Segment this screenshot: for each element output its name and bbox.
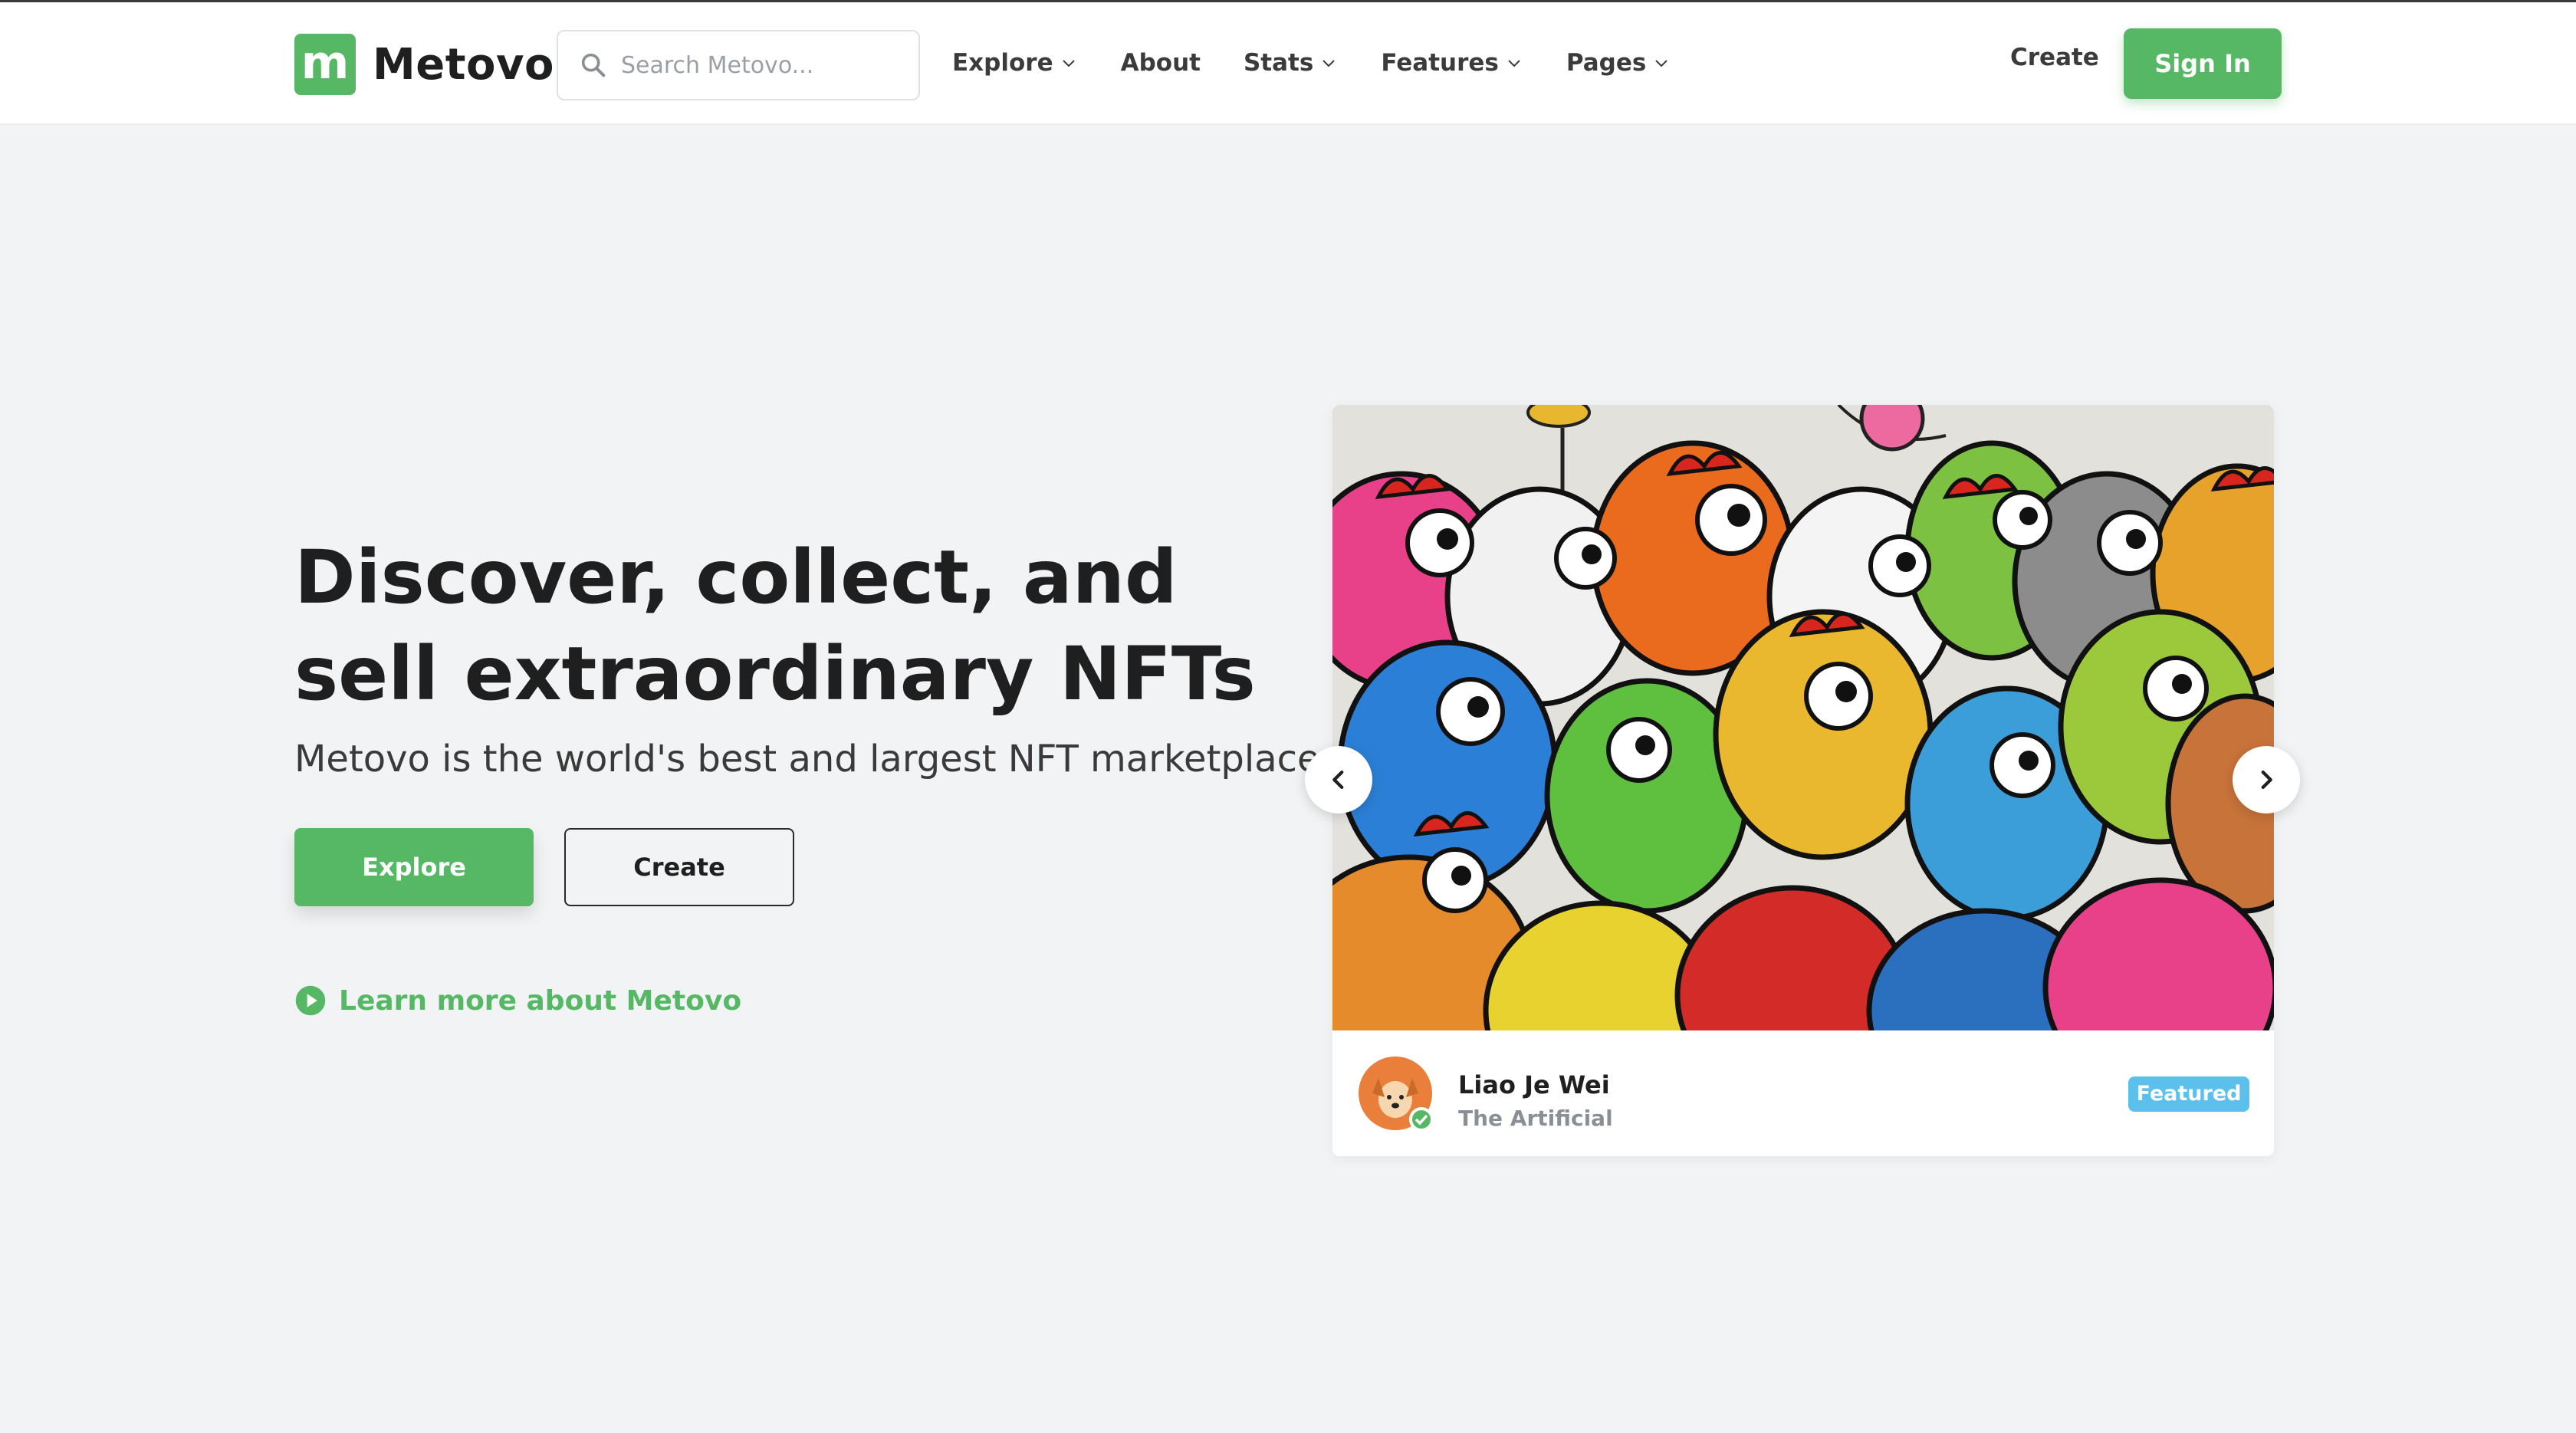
chevron-down-icon [1322, 60, 1336, 67]
nav-about-label: About [1120, 49, 1201, 77]
carousel-next-button[interactable] [2233, 746, 2300, 813]
create-button[interactable]: Create [564, 828, 794, 906]
nav-features[interactable]: Features [1381, 49, 1523, 77]
nav-stats-label: Stats [1243, 49, 1314, 77]
play-circle-icon [295, 985, 326, 1016]
site-header: m Metovo Explore About Stats Features Pa… [0, 2, 2576, 125]
sign-in-button[interactable]: Sign In [2124, 28, 2282, 99]
nav-explore[interactable]: Explore [952, 49, 1078, 77]
featured-badge: Featured [2128, 1076, 2249, 1112]
hero-subtitle: Metovo is the world's best and largest N… [294, 738, 1320, 781]
chevron-down-icon [1655, 60, 1668, 67]
featured-nft-card[interactable]: Liao Je Wei The Artificial Featured [1332, 405, 2274, 1156]
chevron-left-icon [1332, 770, 1344, 790]
carousel-prev-button[interactable] [1305, 746, 1372, 813]
collection-name[interactable]: The Artificial [1458, 1106, 1613, 1131]
hero-title: Discover, collect, and sell extraordinar… [294, 534, 1256, 717]
search-box[interactable] [557, 30, 920, 100]
nav-about[interactable]: About [1121, 49, 1201, 77]
header-create-link[interactable]: Create [2010, 44, 2099, 71]
learn-more-link[interactable]: Learn more about Metovo [294, 984, 741, 1017]
search-input[interactable] [619, 51, 899, 80]
card-footer: Liao Je Wei The Artificial Featured [1332, 1030, 2274, 1156]
logo-mark: m [294, 34, 356, 95]
nav-pages[interactable]: Pages [1566, 49, 1671, 77]
nav-explore-label: Explore [952, 49, 1053, 77]
chevron-down-icon [1062, 60, 1075, 67]
explore-button[interactable]: Explore [294, 828, 534, 906]
search-icon [581, 53, 606, 77]
learn-more-label: Learn more about Metovo [339, 984, 742, 1017]
nav-pages-label: Pages [1566, 49, 1647, 77]
brand-name: Metovo [373, 39, 554, 90]
chevron-right-icon [2261, 770, 2272, 790]
chevron-down-icon [1508, 60, 1520, 67]
brand-logo[interactable]: m Metovo [294, 34, 554, 95]
nav-features-label: Features [1381, 49, 1499, 77]
author-avatar[interactable] [1357, 1055, 1434, 1132]
nft-artwork-image[interactable] [1332, 405, 2274, 1030]
main-nav: Explore About Stats Features Pages [952, 2, 1714, 123]
author-name[interactable]: Liao Je Wei [1458, 1070, 1610, 1099]
nav-stats[interactable]: Stats [1244, 49, 1338, 77]
